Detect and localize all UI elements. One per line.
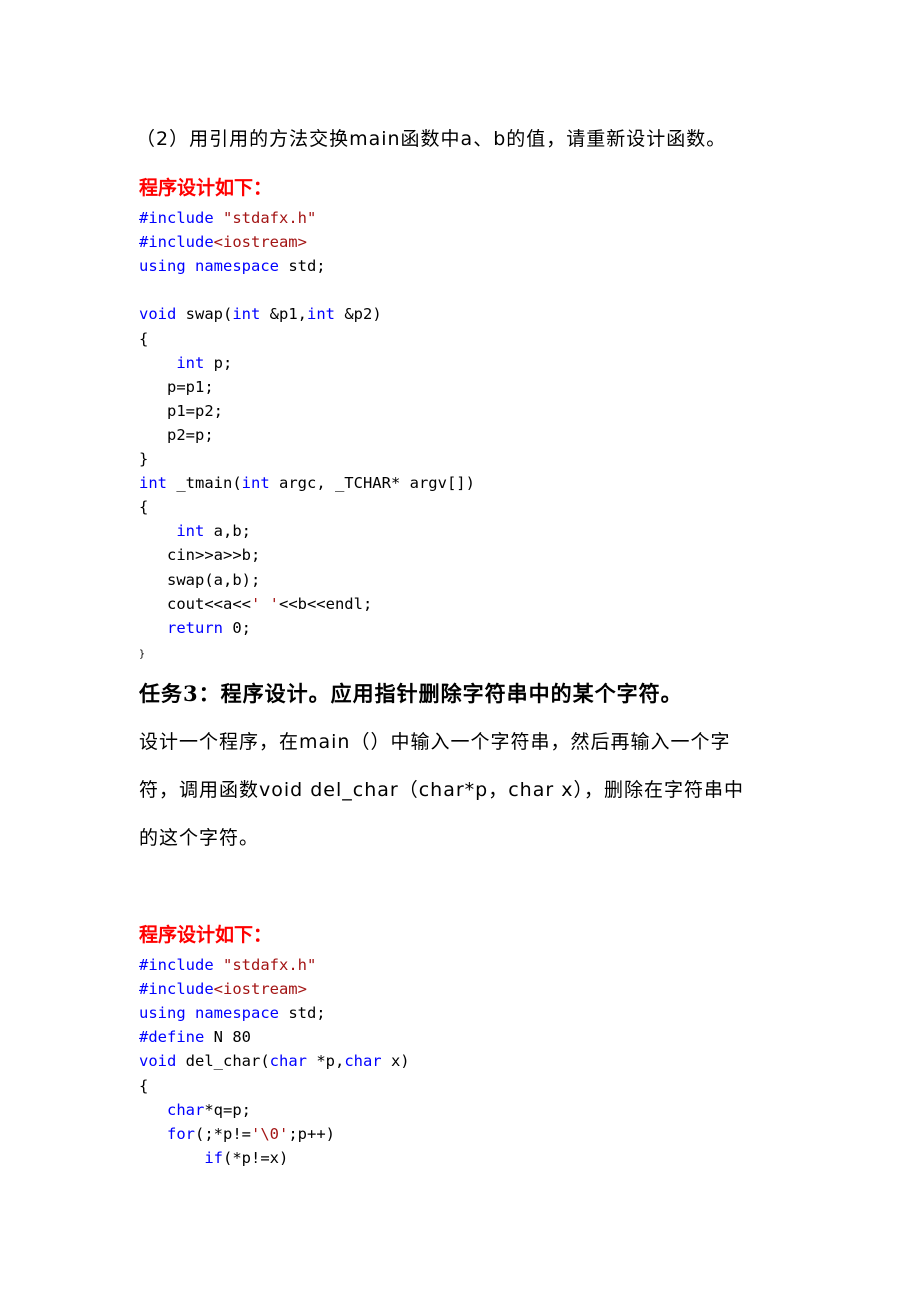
code-string: "stdafx.h" [223,956,317,974]
code-text: { [139,1076,149,1095]
code-text: 0; [223,618,251,637]
code-line: } [139,450,148,468]
code-keyword: int [176,522,205,541]
code-line: { [139,498,148,516]
code-line: } [139,643,145,661]
code-keyword: void [139,305,177,324]
code-line: swap(a,b); [139,571,260,589]
code-line: cout<<a<<' '<<b<<endl; [139,595,372,613]
code-text: p1=p2; [139,401,223,420]
code-text: _tmain( [167,474,242,493]
code-text: swap(a,b); [139,570,261,589]
code-text: (;*p!= [195,1124,251,1143]
code-text: *q=p; [204,1100,251,1119]
code-line: using namespace std; [139,1004,326,1022]
code-line: int _tmain(int argc, _TCHAR* argv[]) [139,474,475,492]
code-text: cout<<a<< [139,594,251,613]
code-text: cin>>a>>b; [139,546,261,565]
code-text: std; [278,1004,326,1023]
code-text: del_char( [176,1052,270,1071]
code-string: '\0' [251,1124,289,1143]
code-keyword: char [167,1100,205,1119]
code-keyword: int [241,474,270,493]
code-line: if(*p!=x) [139,1149,288,1167]
code-text: x) [381,1052,410,1071]
section2-intro: （2）用引用的方法交换main函数中a、b的值，请重新设计函数。 [136,128,727,150]
task3-desc-line-2: 符，调用函数void del_char（char*p，char x），删除在字符… [139,779,744,801]
code-keyword: #include [139,209,223,227]
code-line: int a,b; [139,522,251,540]
task3-desc-line-1: 设计一个程序，在main（）中输入一个字符串，然后再输入一个字 [139,731,731,753]
code-text: } [139,450,149,468]
code-line: cin>>a>>b; [139,546,260,564]
code-text: p2=p; [139,425,214,444]
code-text: (*p!=x) [223,1148,289,1167]
task3-desc-line-3: 的这个字符。 [139,827,260,849]
code-string: <iostream> [213,233,307,252]
code-keyword: return [167,618,223,637]
code-text: p=p1; [139,377,214,396]
code-text: { [139,498,149,517]
code-keyword: void [139,1052,177,1071]
task3-code-heading: 程序设计如下： [139,924,273,946]
code-text: } [139,648,146,660]
code-keyword: #include [139,956,223,974]
code-keyword: #define [139,1028,205,1047]
code-keyword: if [204,1148,223,1167]
code-text: <<b<<endl; [278,594,373,613]
code-text: &p2) [335,305,382,324]
code-text: std; [278,257,326,276]
code-keyword: for [167,1124,195,1143]
code-string: <iostream> [213,980,307,999]
section2-code-heading: 程序设计如下： [139,177,273,199]
code-text: a,b; [204,522,251,541]
code-line: void swap(int &p1,int &p2) [139,305,382,323]
code-line: p2=p; [139,426,214,444]
code-text: *p, [306,1052,345,1071]
code-line: return 0; [139,619,251,637]
code-keyword: using namespace [139,257,279,276]
code-string: "stdafx.h" [223,209,317,227]
code-line: { [139,1077,148,1095]
code-text: argc, _TCHAR* argv[]) [269,474,475,493]
code-keyword: int [139,474,167,493]
code-line: #define N 80 [139,1028,251,1046]
code-text: ;p++) [288,1124,335,1143]
code-line: int p; [139,354,232,372]
code-line: #include "stdafx.h" [139,956,316,974]
code-string: ' ' [250,594,279,613]
code-keyword: char [269,1052,307,1071]
code-keyword: #include [139,233,214,252]
code-text: p; [204,353,233,372]
code-keyword: int [232,305,261,324]
code-keyword: int [176,353,205,372]
code-keyword: int [307,305,335,324]
code-keyword: #include [139,980,214,999]
code-line: { [139,330,148,348]
code-line: using namespace std; [139,257,326,275]
code-line: #include<iostream> [139,980,307,998]
code-line: #include "stdafx.h" [139,209,316,227]
code-line: #include<iostream> [139,233,307,251]
code-text: &p1, [260,305,307,324]
task3-title: 任务3：程序设计。应用指针删除字符串中的某个字符。 [139,681,683,706]
code-text: swap( [176,305,233,324]
code-line: char*q=p; [139,1101,251,1119]
code-line: void del_char(char *p,char x) [139,1052,410,1070]
code-keyword: using namespace [139,1004,279,1023]
code-line: for(;*p!='\0';p++) [139,1125,335,1143]
code-text: N 80 [204,1028,251,1047]
code-text: { [139,329,149,348]
code-line: p=p1; [139,378,214,396]
code-line: p1=p2; [139,402,223,420]
code-keyword: char [344,1052,382,1071]
